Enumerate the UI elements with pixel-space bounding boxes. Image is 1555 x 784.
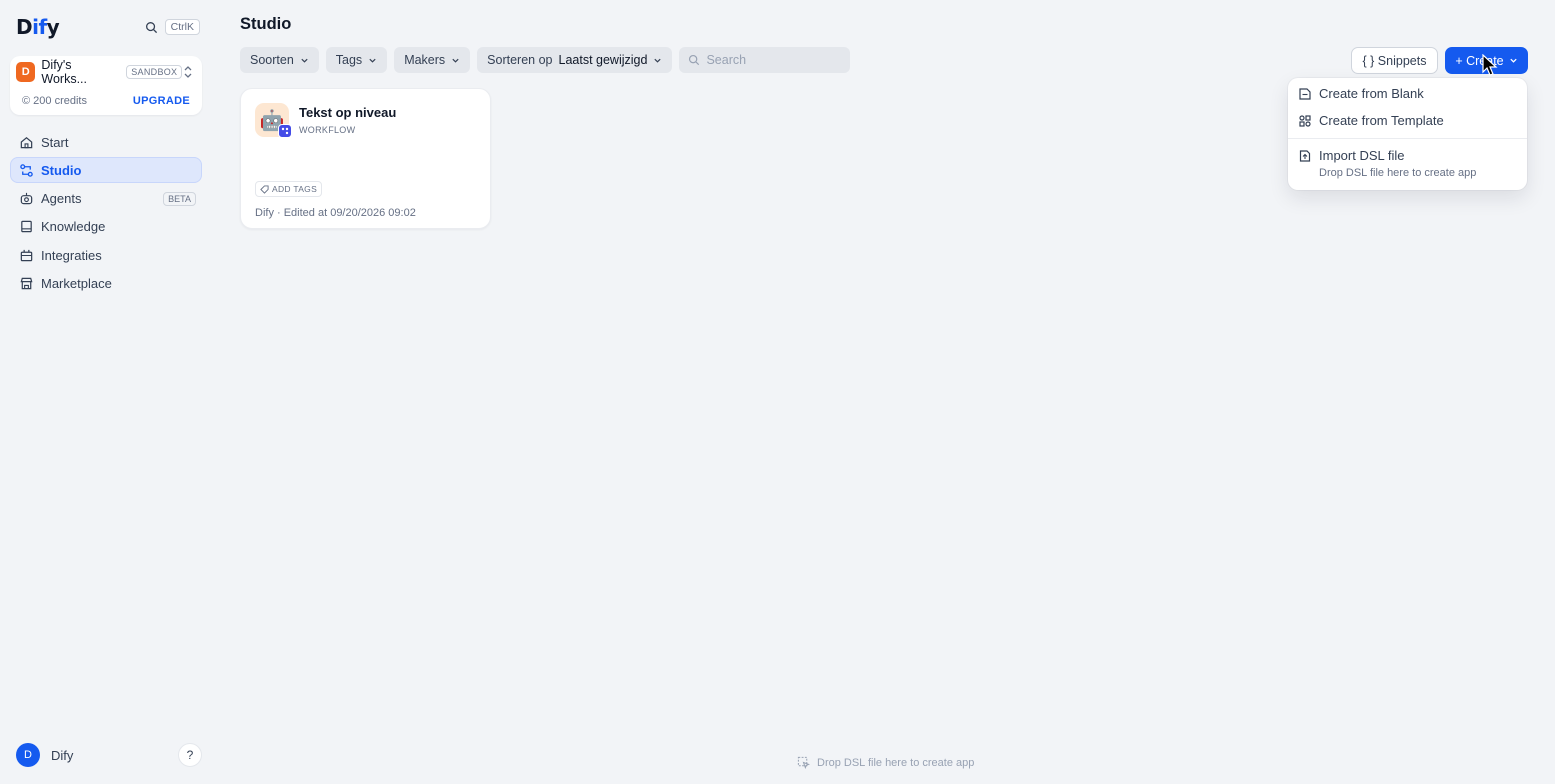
logo-row: Dify CtrlK xyxy=(16,14,200,40)
app-meta: Dify · Edited at 09/20/2026 09:02 xyxy=(255,207,416,219)
avatar: D xyxy=(16,743,40,767)
workspace-avatar: D xyxy=(16,62,36,82)
app-name: Tekst op niveau xyxy=(299,105,397,120)
sidebar-nav: Start Studio Agents BETA Knowledge Integ… xyxy=(10,129,202,299)
chevron-down-icon xyxy=(369,58,376,63)
app-card[interactable]: 🤖 Tekst op niveau WORKFLOW ADD TAGS Dify… xyxy=(240,88,491,229)
search-icon xyxy=(145,20,159,34)
template-icon xyxy=(1298,114,1312,128)
create-from-template-item[interactable]: Create from Template xyxy=(1298,113,1444,128)
sidebar-item-start[interactable]: Start xyxy=(10,129,202,155)
tags-filter[interactable]: Tags xyxy=(325,47,388,73)
menu-item-label: Import DSL file xyxy=(1319,148,1405,163)
filter-bar: Soorten Tags Makers Sorteren op Laatst g… xyxy=(240,47,851,73)
book-icon xyxy=(18,219,34,235)
beta-badge: BETA xyxy=(163,191,196,206)
blank-file-icon xyxy=(1298,87,1312,101)
user-name: Dify xyxy=(51,747,74,763)
coin-icon: © xyxy=(22,95,34,107)
app-type: WORKFLOW xyxy=(299,125,356,135)
type-filter-label: Soorten xyxy=(250,53,294,67)
search-field[interactable] xyxy=(679,47,851,73)
search-input[interactable] xyxy=(706,53,837,67)
chevron-down-icon xyxy=(301,58,308,63)
import-dsl-hint: Drop DSL file here to create app xyxy=(1319,167,1477,179)
search-icon xyxy=(689,54,700,66)
sort-prefix: Sorteren op xyxy=(487,53,553,67)
chevron-up-down-icon[interactable] xyxy=(182,65,194,79)
sidebar: Dify CtrlK D Dify's Works... SANDBOX © 2… xyxy=(0,0,212,784)
file-upload-icon xyxy=(1298,149,1312,163)
drop-file-icon xyxy=(797,756,810,769)
drop-hint: Drop DSL file here to create app xyxy=(797,756,974,769)
add-tags-button[interactable]: ADD TAGS xyxy=(255,181,323,197)
workflow-type-icon xyxy=(278,124,292,138)
makers-filter-label: Makers xyxy=(404,53,446,67)
sidebar-item-label: Integraties xyxy=(41,247,102,263)
workspace-card[interactable]: D Dify's Works... SANDBOX © 200 credits … xyxy=(10,56,202,115)
sidebar-item-studio[interactable]: Studio xyxy=(10,157,202,184)
add-tags-label: ADD TAGS xyxy=(272,184,318,194)
menu-item-label: Create from Template xyxy=(1319,113,1444,128)
credits-info: © 200 credits xyxy=(22,95,87,107)
shortcut-key: CtrlK xyxy=(164,19,200,35)
workspace-name: Dify's Works... xyxy=(41,58,87,86)
chevron-down-icon xyxy=(452,58,459,63)
plan-badge: SANDBOX xyxy=(126,65,183,79)
sidebar-item-marketplace[interactable]: Marketplace xyxy=(10,270,202,296)
tag-icon xyxy=(260,184,269,194)
tags-filter-label: Tags xyxy=(335,53,363,67)
sidebar-item-knowledge[interactable]: Knowledge xyxy=(10,214,202,240)
menu-divider xyxy=(1288,138,1527,139)
create-menu: Create from Blank Create from Template I… xyxy=(1288,78,1527,190)
makers-filter[interactable]: Makers xyxy=(394,47,471,73)
type-filter[interactable]: Soorten xyxy=(240,47,319,73)
chevron-down-icon xyxy=(1509,58,1517,63)
sort-select[interactable]: Sorteren op Laatst gewijzigd xyxy=(477,47,673,73)
agent-icon xyxy=(18,191,34,207)
upgrade-button[interactable]: UPGRADE xyxy=(133,95,190,107)
sidebar-item-label: Marketplace xyxy=(41,275,112,291)
sidebar-item-label: Agents xyxy=(41,191,82,207)
dify-logo[interactable]: Dify xyxy=(16,15,60,39)
sidebar-item-label: Studio xyxy=(41,162,82,178)
sort-value: Laatst gewijzigd xyxy=(558,53,648,67)
sidebar-item-integrations[interactable]: Integraties xyxy=(10,242,202,268)
sidebar-item-label: Knowledge xyxy=(41,219,106,235)
integrations-icon xyxy=(18,247,34,263)
drop-hint-text: Drop DSL file here to create app xyxy=(817,756,975,769)
mouse-pointer-icon xyxy=(1482,54,1498,76)
chevron-down-icon xyxy=(654,58,662,63)
import-dsl-item[interactable]: Import DSL file xyxy=(1298,148,1405,163)
search-shortcut[interactable]: CtrlK xyxy=(145,19,200,35)
studio-icon xyxy=(18,162,34,178)
home-icon xyxy=(18,134,34,150)
sidebar-item-label: Start xyxy=(41,134,69,150)
help-button[interactable]: ? xyxy=(178,743,202,767)
sidebar-item-agents[interactable]: Agents BETA xyxy=(10,186,202,212)
menu-item-label: Create from Blank xyxy=(1319,86,1424,101)
create-from-blank-item[interactable]: Create from Blank xyxy=(1298,86,1424,101)
user-account[interactable]: D Dify ? xyxy=(16,743,202,767)
snippets-button[interactable]: { } Snippets xyxy=(1351,47,1438,74)
store-icon xyxy=(18,275,34,291)
page-title: Studio xyxy=(240,15,292,33)
